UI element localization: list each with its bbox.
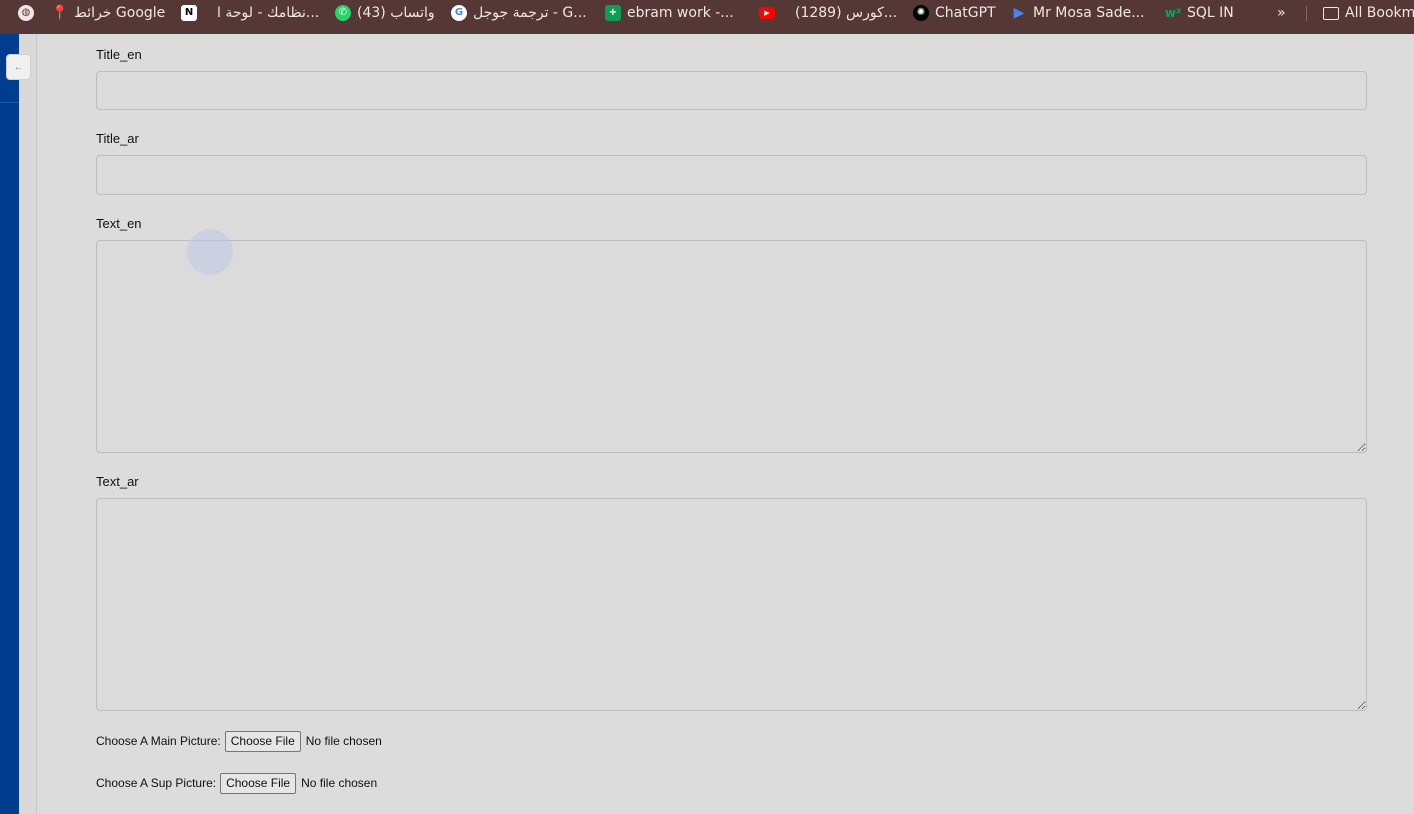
sup-picture-choose-file-button[interactable]: Choose File <box>220 772 297 794</box>
bookmark-play[interactable]: ▶ Mr Mosa Sade... <box>1011 0 1145 26</box>
title-ar-input[interactable] <box>96 155 1367 195</box>
bookmark-whatsapp[interactable]: ✆ (43) واتساب <box>335 0 435 26</box>
bookmark-globe[interactable]: ◍ <box>18 0 34 26</box>
whatsapp-icon: ✆ <box>335 5 351 21</box>
bookmark-label: (43) واتساب <box>357 5 435 21</box>
bookmark-sql[interactable]: w³ SQL IN <box>1165 0 1234 26</box>
maps-icon: 📍 <box>51 5 69 21</box>
sidebar-edge <box>19 34 37 814</box>
chatgpt-icon: ✺ <box>913 5 929 21</box>
text-en-label: Text_en <box>96 216 142 231</box>
text-ar-label: Text_ar <box>96 474 139 489</box>
text-ar-textarea[interactable] <box>96 498 1367 711</box>
main-picture-choose-file-button[interactable]: Choose File <box>224 730 301 752</box>
sup-picture-status: No file chosen <box>301 776 378 790</box>
youtube-icon: ▶ <box>759 7 775 19</box>
title-en-label: Title_en <box>96 47 142 62</box>
sup-picture-label: Choose A Sup Picture: <box>96 776 217 790</box>
main-picture-label: Choose A Main Picture: <box>96 734 221 748</box>
text-en-textarea[interactable] <box>96 240 1367 453</box>
bookmarks-overflow[interactable]: » <box>1277 0 1286 26</box>
w3-icon: w³ <box>1164 6 1182 20</box>
bookmark-label: Mr Mosa Sade... <box>1033 5 1145 21</box>
arrow-left-icon: ← <box>13 61 24 73</box>
bookmarks-divider <box>1306 6 1307 21</box>
play-icon: ▶ <box>1013 5 1025 21</box>
sup-picture-row: Choose A Sup Picture: Choose File No fil… <box>96 772 377 794</box>
bookmark-label: ChatGPT <box>935 5 996 21</box>
bookmark-sheets[interactable]: + ebram work -... <box>605 0 734 26</box>
all-bookmarks[interactable]: All Bookm <box>1323 0 1414 26</box>
cursor-highlight <box>187 229 233 275</box>
sidebar <box>0 34 19 814</box>
bookmark-label: SQL IN <box>1187 5 1234 21</box>
bookmark-google-translate[interactable]: G ترجمة جوجل - G... <box>451 0 587 26</box>
google-icon: G <box>451 5 467 21</box>
bookmark-label: نظامك - لوحة ا... <box>217 5 320 21</box>
main-picture-status: No file chosen <box>305 734 382 748</box>
title-ar-label: Title_ar <box>96 131 139 146</box>
title-en-input[interactable] <box>96 71 1367 110</box>
bookmark-label: (1289) كورس... <box>795 5 898 21</box>
bookmark-maps[interactable]: 📍 خرائط Google <box>51 0 166 26</box>
bookmarks-bar: ◍ 📍 خرائط Google N نظامك - لوحة ا... ✆ (… <box>0 0 1414 34</box>
all-bookmarks-label: All Bookm <box>1345 5 1414 21</box>
bookmark-label: ترجمة جوجل - G... <box>473 5 587 21</box>
bookmark-chatgpt[interactable]: ✺ ChatGPT <box>913 0 996 26</box>
bookmark-youtube[interactable]: ▶ (1289) كورس... <box>759 0 897 26</box>
sidebar-divider <box>0 102 19 103</box>
notion-icon: N <box>181 5 197 21</box>
globe-icon: ◍ <box>18 5 34 21</box>
folder-icon <box>1323 6 1339 20</box>
bookmark-notion[interactable]: N نظامك - لوحة ا... <box>181 0 319 26</box>
bookmark-label: خرائط Google <box>74 5 166 21</box>
bookmark-label: ebram work -... <box>627 5 734 21</box>
sidebar-collapse-button[interactable]: ← <box>6 54 31 80</box>
chevron-double-right-icon: » <box>1277 5 1286 21</box>
sheets-icon: + <box>605 5 621 21</box>
main-picture-row: Choose A Main Picture: Choose File No fi… <box>96 730 382 752</box>
